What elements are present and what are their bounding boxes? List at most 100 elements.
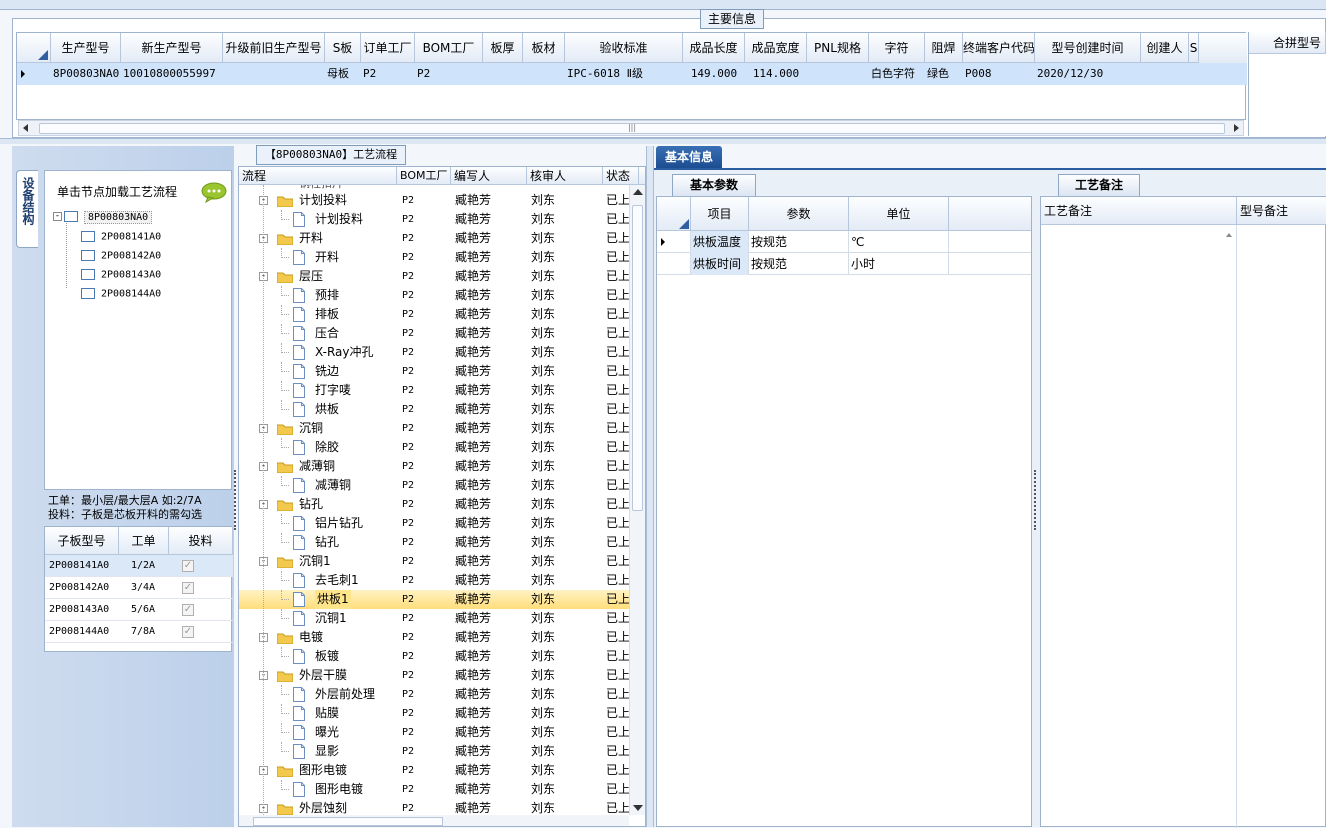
process-col-header[interactable]: 流程 [239, 167, 397, 185]
main-info-col-header[interactable]: 成品宽度 [745, 33, 807, 63]
right-splitter-handle[interactable] [1034, 470, 1038, 530]
main-info-cell[interactable] [1191, 63, 1197, 85]
sub-grid-header[interactable]: 工单 [119, 527, 169, 555]
main-info-cell[interactable]: 114.000 [747, 63, 805, 85]
param-unit[interactable]: ℃ [849, 231, 949, 253]
device-structure-tab[interactable]: 设备结构 [16, 170, 38, 248]
process-row[interactable]: 去毛刺1 P2 臧艳芳 刘东 已上 [239, 571, 629, 590]
main-info-col-header[interactable]: 生产型号 [51, 33, 121, 63]
process-row[interactable]: 图形电镀 P2 臧艳芳 刘东 已上 [239, 780, 629, 799]
main-info-cell[interactable]: 149.000 [685, 63, 743, 85]
basic-params-header[interactable]: 项目 [691, 197, 749, 231]
main-info-cell[interactable]: P2 [417, 63, 481, 85]
process-row[interactable]: - 减薄铜 P2 臧艳芳 刘东 已上 [239, 457, 629, 476]
process-caption[interactable]: 【8P00803NA0】工艺流程 [256, 145, 406, 165]
sub-grid-row[interactable]: 2P008141A0 1/2A ✓ [45, 555, 233, 577]
main-info-cell[interactable] [809, 63, 867, 85]
main-info-col-header[interactable]: 升级前旧生产型号 [223, 33, 325, 63]
main-info-col-header[interactable]: 创建人 [1141, 33, 1189, 63]
scroll-thumb[interactable]: ||| [39, 123, 1225, 134]
tree-node-child[interactable]: 2P008144A0 [81, 288, 161, 300]
process-row[interactable]: 铣边 P2 臧艳芳 刘东 已上 [239, 362, 629, 381]
main-info-cell[interactable] [1143, 63, 1187, 85]
main-info-cell[interactable]: IPC-6018 Ⅱ级 [567, 63, 681, 85]
main-info-col-header[interactable]: 字符 [869, 33, 925, 63]
scroll-right-icon[interactable] [1234, 124, 1239, 132]
basic-params-header[interactable]: 单位 [849, 197, 949, 231]
tree-node-child[interactable]: 2P008141A0 [81, 231, 161, 243]
process-row[interactable]: 压合 P2 臧艳芳 刘东 已上 [239, 324, 629, 343]
main-info-cell[interactable]: P008 [965, 63, 1033, 85]
process-row[interactable]: 预排 P2 臧艳芳 刘东 已上 [239, 286, 629, 305]
process-row[interactable]: 计划投料 P2 臧艳芳 刘东 已上 [239, 210, 629, 229]
main-info-col-header[interactable]: 板厚 [483, 33, 523, 63]
scroll-up-icon[interactable] [633, 189, 643, 195]
main-info-hscrollbar[interactable]: ||| [18, 120, 1244, 136]
main-info-col-header[interactable]: S [1189, 33, 1199, 63]
basic-params-row[interactable]: 烘板时间 按规范 小时 [657, 253, 1031, 275]
basic-params-tab[interactable]: 基本参数 [672, 174, 756, 196]
process-col-header[interactable]: 核审人 [527, 167, 603, 185]
process-row[interactable]: 烘板 P2 臧艳芳 刘东 已上 [239, 400, 629, 419]
main-info-col-header[interactable]: 成品长度 [683, 33, 745, 63]
process-row[interactable]: - 沉铜1 P2 臧艳芳 刘东 已上 [239, 552, 629, 571]
feed-checkbox[interactable]: ✓ [182, 560, 194, 572]
main-info-cell[interactable] [525, 63, 563, 85]
sub-grid-row[interactable]: 2P008143A0 5/6A ✓ [45, 599, 233, 621]
model-notes-header[interactable]: 型号备注 [1237, 197, 1326, 225]
process-row[interactable]: 铝片钻孔 P2 臧艳芳 刘东 已上 [239, 514, 629, 533]
merge-model-header[interactable]: 合拼型号 [1249, 32, 1326, 54]
main-info-cell[interactable] [225, 63, 323, 85]
splitter-horizontal[interactable] [0, 138, 1326, 144]
process-row[interactable]: 钻孔 P2 臧艳芳 刘东 已上 [239, 533, 629, 552]
process-row[interactable]: 沉铜1 P2 臧艳芳 刘东 已上 [239, 609, 629, 628]
scroll-left-icon[interactable] [23, 124, 28, 132]
main-info-data-row[interactable]: 8P00803NA0 10010800055997 母板 P2 P2 IPC-6018 Ⅱ… [17, 63, 1247, 85]
process-vscrollbar[interactable] [629, 185, 645, 815]
process-row[interactable]: - 钻孔 P2 臧艳芳 刘东 已上 [239, 495, 629, 514]
process-row[interactable]: 打字唛 P2 臧艳芳 刘东 已上 [239, 381, 629, 400]
scroll-thumb[interactable] [632, 205, 643, 511]
main-info-col-header[interactable]: 新生产型号 [121, 33, 223, 63]
process-row[interactable]: 贴膜 P2 臧艳芳 刘东 已上 [239, 704, 629, 723]
notes-tab[interactable]: 工艺备注 [1058, 174, 1140, 196]
process-col-header[interactable]: BOM工厂 [397, 167, 451, 185]
process-row[interactable]: - 外层干膜 P2 臧艳芳 刘东 已上 [239, 666, 629, 685]
main-info-cell[interactable]: 2020/12/30 [1037, 63, 1139, 85]
param-value[interactable]: 按规范 [749, 253, 849, 275]
sub-grid-row[interactable]: 2P008144A0 7/8A ✓ [45, 621, 233, 643]
process-row[interactable]: 显影 P2 臧艳芳 刘东 已上 [239, 742, 629, 761]
process-notes-header[interactable]: 工艺备注 [1041, 197, 1237, 225]
main-info-cell[interactable]: 白色字符 [871, 63, 923, 85]
process-row[interactable]: 减薄铜 P2 臧艳芳 刘东 已上 [239, 476, 629, 495]
process-hscrollbar[interactable] [239, 815, 629, 826]
main-info-col-header[interactable]: 订单工厂 [361, 33, 415, 63]
main-info-cell[interactable]: 10010800055997 [123, 63, 221, 85]
main-info-col-header[interactable]: 验收标准 [565, 33, 683, 63]
sub-grid-row[interactable]: 2P008142A0 3/4A ✓ [45, 577, 233, 599]
process-row[interactable]: 外层前处理 P2 臧艳芳 刘东 已上 [239, 685, 629, 704]
tree-node-child[interactable]: 2P008142A0 [81, 250, 161, 262]
scroll-down-icon[interactable] [633, 805, 643, 811]
main-info-col-header[interactable]: S板 [325, 33, 361, 63]
process-row[interactable]: - 计划投料 P2 臧艳芳 刘东 已上 [239, 191, 629, 210]
process-row[interactable]: 烘板1 P2 臧艳芳 刘东 已上 [239, 590, 629, 609]
process-row[interactable]: - 电镀 P2 臧艳芳 刘东 已上 [239, 628, 629, 647]
process-row[interactable]: 除胶 P2 臧艳芳 刘东 已上 [239, 438, 629, 457]
main-info-col-header[interactable]: 型号创建时间 [1035, 33, 1141, 63]
collapse-icon[interactable]: - [53, 212, 62, 221]
feed-checkbox[interactable]: ✓ [182, 604, 194, 616]
mid-splitter[interactable] [646, 146, 654, 827]
feed-checkbox[interactable]: ✓ [182, 626, 194, 638]
feed-checkbox[interactable]: ✓ [182, 582, 194, 594]
process-col-header[interactable]: 编写人 [451, 167, 527, 185]
sub-grid-header[interactable]: 投料 [169, 527, 233, 555]
main-info-col-header[interactable]: 阻焊 [925, 33, 963, 63]
tree-node-child[interactable]: 2P008143A0 [81, 269, 161, 281]
process-row[interactable]: 曝光 P2 臧艳芳 刘东 已上 [239, 723, 629, 742]
process-row[interactable]: - 层压 P2 臧艳芳 刘东 已上 [239, 267, 629, 286]
main-info-col-header[interactable]: 板材 [523, 33, 565, 63]
main-info-col-header[interactable]: PNL规格 [807, 33, 869, 63]
scroll-thumb[interactable] [253, 817, 443, 826]
basic-params-header[interactable]: 参数 [749, 197, 849, 231]
